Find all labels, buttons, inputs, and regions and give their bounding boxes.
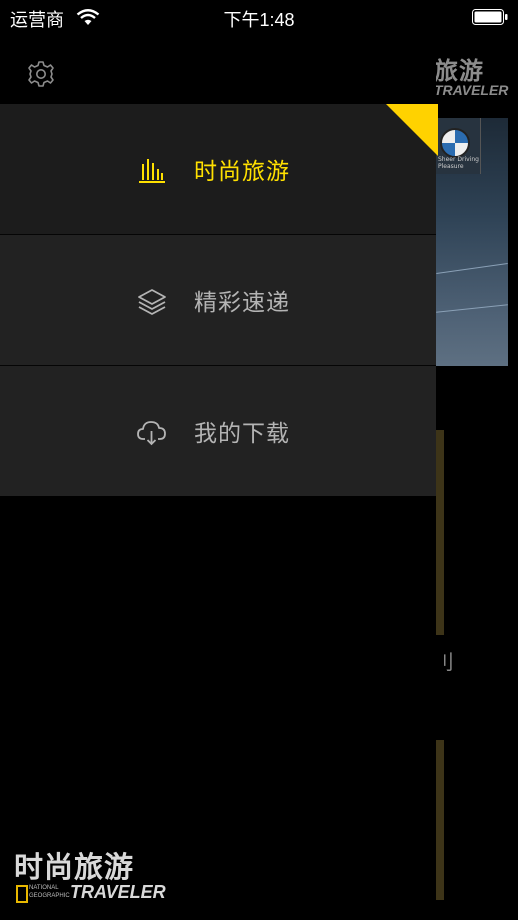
background-cover-image[interactable]: Sheer Driving Pleasure <box>436 118 508 366</box>
menu-item-fashion-travel[interactable]: 时尚旅游 <box>0 104 436 234</box>
bars-icon <box>139 159 165 183</box>
cloud-download-icon <box>137 421 166 446</box>
footer-logo-traveler: TRAVELER <box>70 882 166 902</box>
battery-icon <box>472 9 508 25</box>
footer-logo: 时尚旅游 NATIONAL GEOGRAPHIC TRAVELER <box>14 850 166 903</box>
background-brand-logo: 旅游 TRAVELER <box>434 56 509 99</box>
menu-item-label: 时尚旅游 <box>194 159 290 185</box>
gear-icon[interactable] <box>26 59 56 89</box>
menu-item-highlights[interactable]: 精彩速递 <box>0 235 436 365</box>
background-article-card[interactable] <box>436 740 444 900</box>
nat-geo-frame-icon <box>16 885 28 903</box>
layers-icon <box>138 289 166 315</box>
active-corner-marker <box>386 104 438 156</box>
menu-item-label: 精彩速递 <box>194 290 290 316</box>
menu-item-label: 我的下载 <box>194 421 290 447</box>
status-time: 下午1:48 <box>223 10 295 30</box>
background-article-card[interactable] <box>436 430 444 635</box>
footer-logo-title: 时尚旅游 <box>14 850 135 884</box>
background-text-fragment: 刂 <box>434 650 454 674</box>
nat-geo-wordmark: NATIONAL GEOGRAPHIC <box>29 885 70 899</box>
showroom-sign: Sheer Driving Pleasure <box>436 118 481 174</box>
bmw-logo <box>440 128 470 158</box>
status-bar: 运营商 下午1:48 <box>0 0 518 34</box>
menu-item-my-downloads[interactable]: 我的下载 <box>0 366 436 496</box>
side-drawer: 时尚旅游 精彩速递 我的下载 时尚旅游 NATIONAL GEOGRAPHIC … <box>0 0 436 920</box>
